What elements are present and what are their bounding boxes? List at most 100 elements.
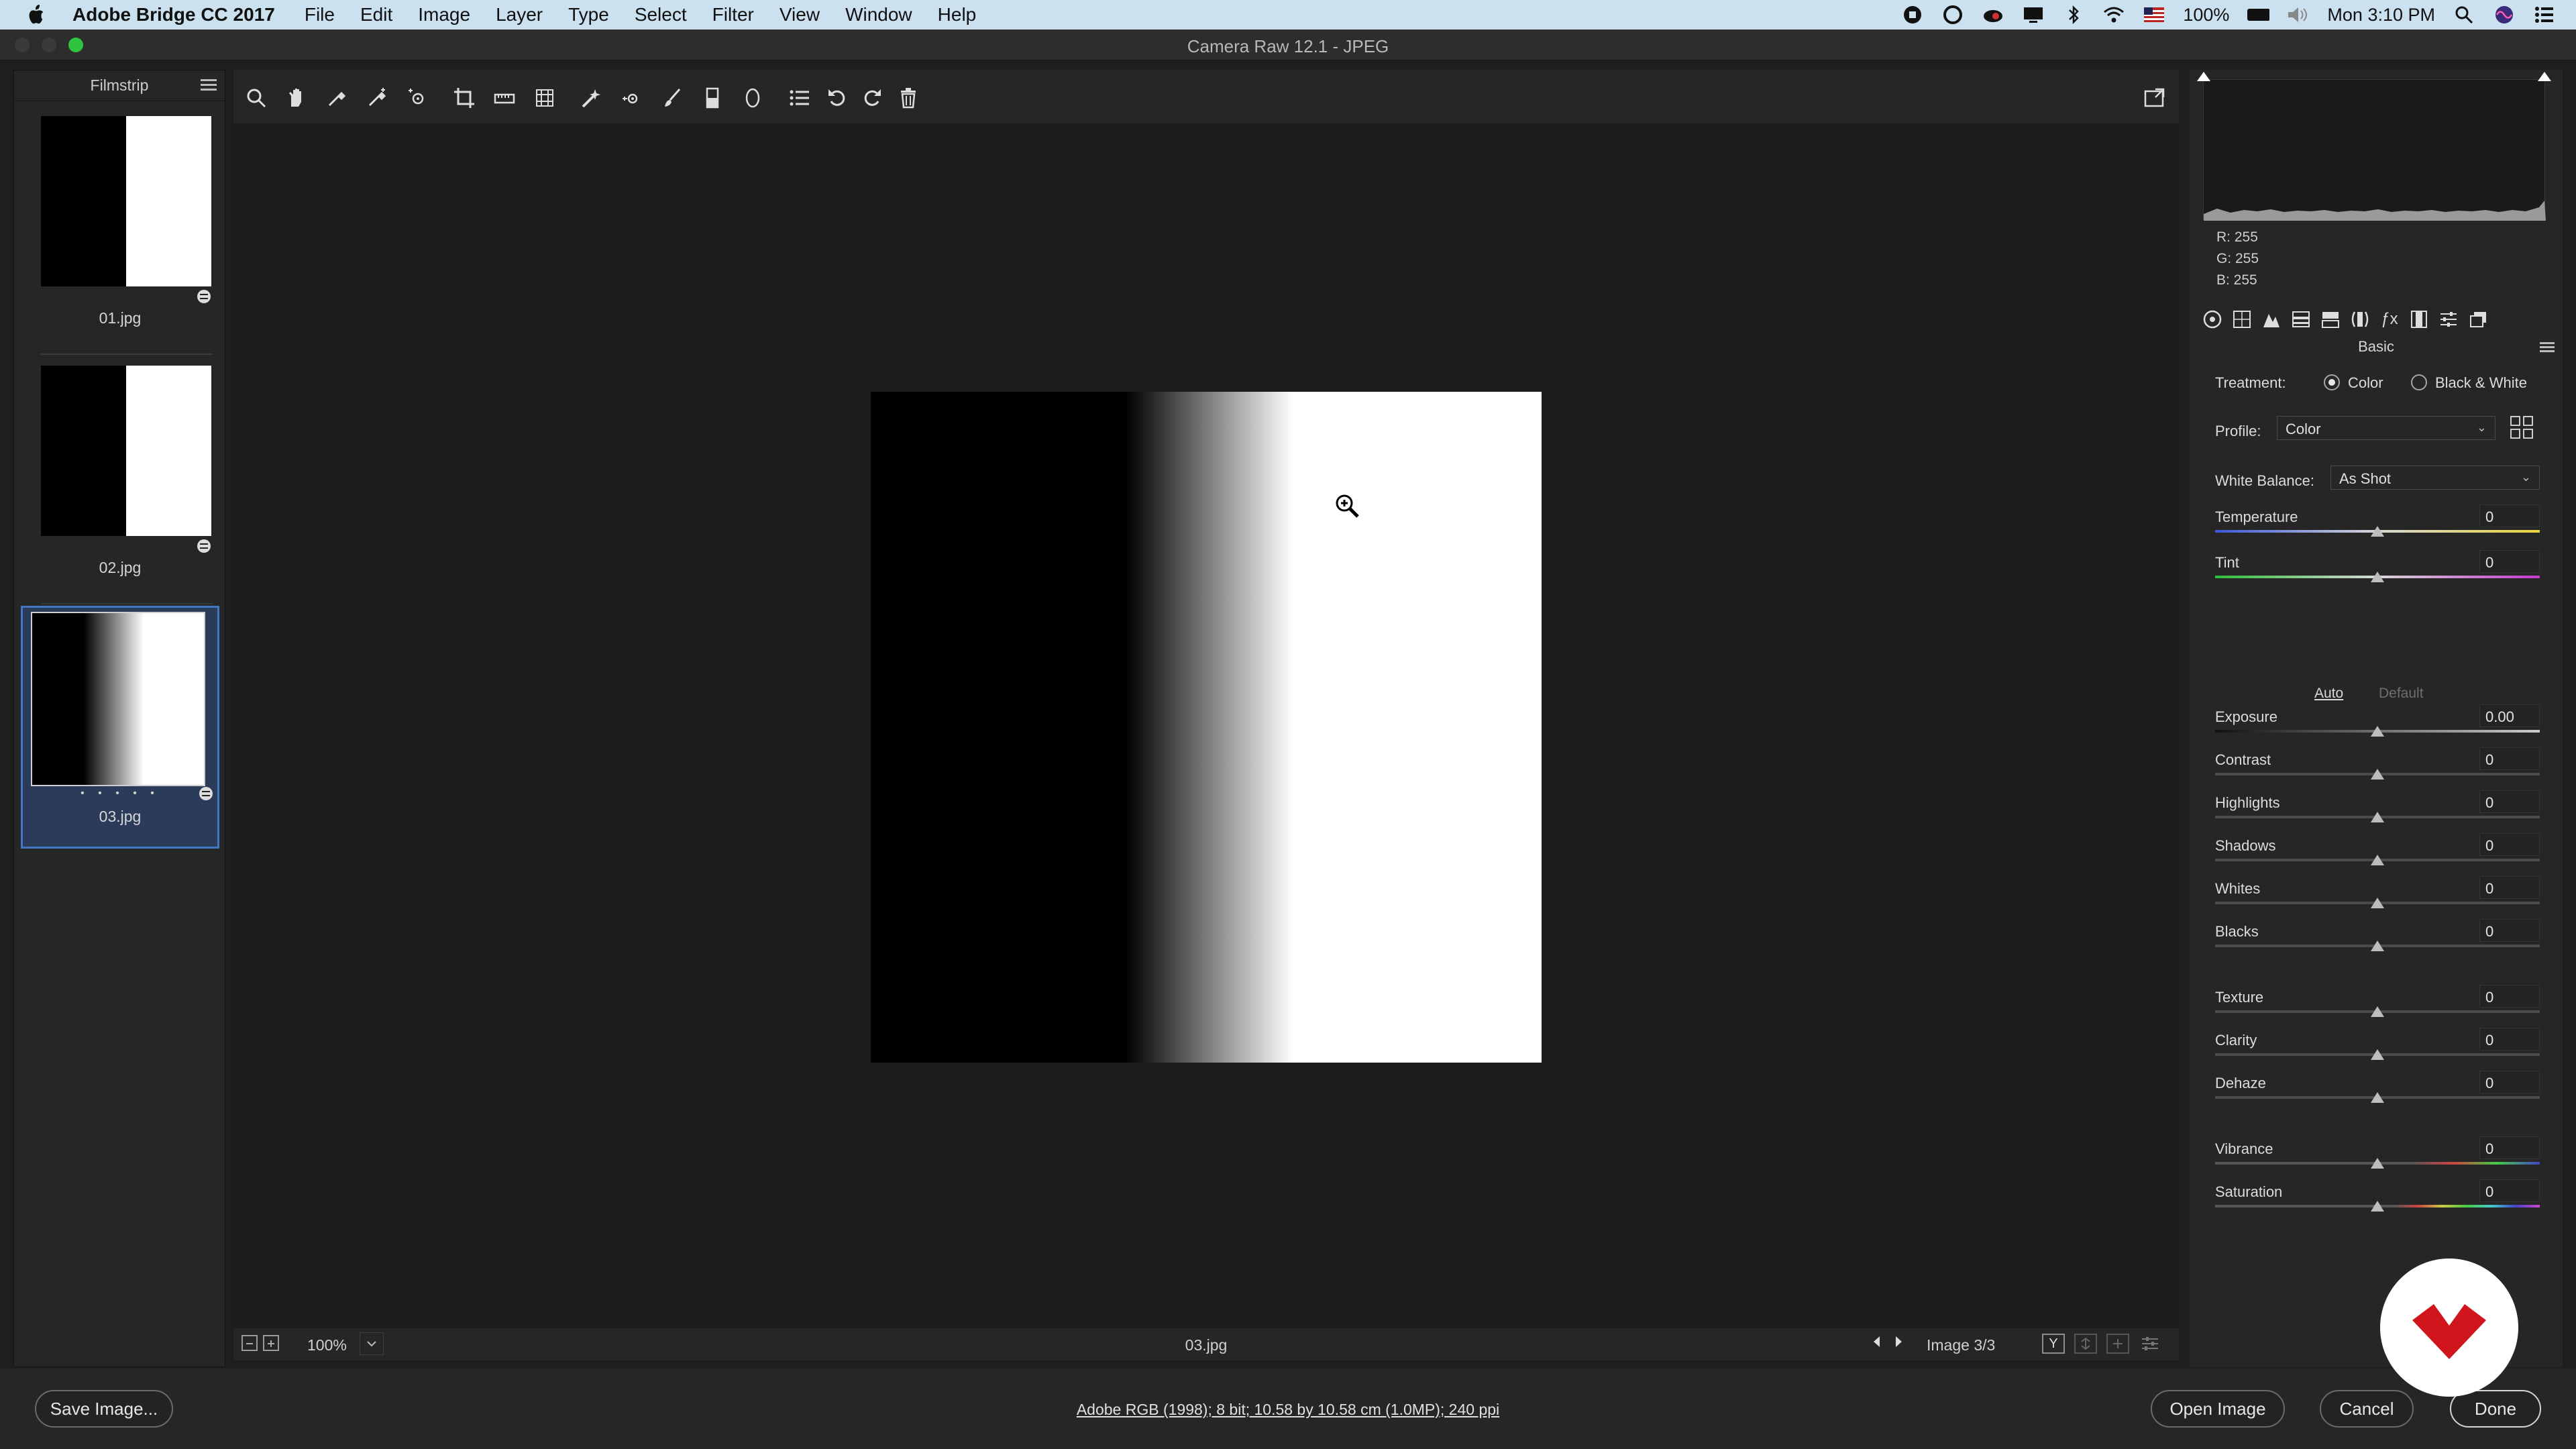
- image-canvas[interactable]: [233, 123, 2179, 1328]
- notification-center-icon[interactable]: [2533, 5, 2556, 25]
- preview-image[interactable]: [871, 392, 1542, 1063]
- slider-value-field[interactable]: 0: [2479, 919, 2540, 942]
- profile-dropdown[interactable]: Color ⌄: [2277, 416, 2496, 440]
- record-icon[interactable]: [1901, 5, 1924, 25]
- graduated-filter-icon[interactable]: [699, 85, 726, 111]
- before-after-view-button[interactable]: Y: [2042, 1334, 2065, 1354]
- auto-button[interactable]: Auto: [2314, 686, 2343, 702]
- white-balance-dropdown[interactable]: As Shot ⌄: [2330, 466, 2540, 490]
- bluetooth-icon[interactable]: [2062, 5, 2085, 25]
- slider-saturation[interactable]: Saturation 0: [2214, 1179, 2542, 1224]
- menu-help[interactable]: Help: [938, 4, 977, 25]
- apple-icon[interactable]: [25, 4, 46, 25]
- slider-value-field[interactable]: 0: [2479, 550, 2540, 573]
- adjustment-brush-icon[interactable]: [659, 85, 686, 111]
- detail-tab-icon[interactable]: [2261, 309, 2282, 330]
- calibration-tab-icon[interactable]: [2408, 309, 2430, 330]
- swap-before-after-button[interactable]: [2074, 1334, 2097, 1354]
- slider-value-field[interactable]: 0: [2479, 747, 2540, 770]
- filmstrip-thumb-02[interactable]: 02.jpg: [21, 356, 219, 604]
- treatment-bw-radio[interactable]: [2411, 374, 2427, 390]
- slider-thumb[interactable]: [2371, 855, 2384, 865]
- menu-layer[interactable]: Layer: [496, 4, 543, 25]
- menu-filter[interactable]: Filter: [712, 4, 754, 25]
- filmstrip-thumb-03[interactable]: • • • • • 03.jpg: [21, 606, 219, 849]
- slider-thumb[interactable]: [2371, 1049, 2384, 1060]
- menu-window[interactable]: Window: [845, 4, 912, 25]
- rotate-left-icon[interactable]: [824, 85, 851, 111]
- white-balance-tool-icon[interactable]: [323, 85, 350, 111]
- treatment-color-radio[interactable]: [2324, 374, 2340, 390]
- color-sampler-tool-icon[interactable]: [364, 85, 390, 111]
- slider-dehaze[interactable]: Dehaze 0: [2214, 1071, 2542, 1115]
- slider-texture[interactable]: Texture 0: [2214, 985, 2542, 1029]
- slider-value-field[interactable]: 0.00: [2479, 704, 2540, 727]
- menu-image[interactable]: Image: [418, 4, 470, 25]
- slider-thumb[interactable]: [2371, 941, 2384, 951]
- fullscreen-toggle-icon[interactable]: [2141, 85, 2168, 111]
- treatment-bw-label[interactable]: Black & White: [2435, 374, 2527, 392]
- slider-shadows[interactable]: Shadows 0: [2214, 833, 2542, 877]
- slider-thumb[interactable]: [2371, 898, 2384, 908]
- slider-thumb[interactable]: [2371, 726, 2384, 737]
- input-source-flag-icon[interactable]: [2143, 5, 2165, 25]
- panel-menu-icon[interactable]: [2540, 341, 2555, 353]
- filmstrip-menu-icon[interactable]: [201, 77, 217, 92]
- copy-settings-button[interactable]: [2106, 1334, 2129, 1354]
- slider-thumb[interactable]: [2371, 1201, 2384, 1212]
- zoom-tool-icon[interactable]: [243, 85, 270, 111]
- basic-tab-icon[interactable]: [2202, 309, 2223, 330]
- highlight-clipping-warning-icon[interactable]: [2535, 69, 2554, 88]
- red-eye-tool-icon[interactable]: [619, 85, 645, 111]
- app-menu[interactable]: Adobe Bridge CC 2017: [72, 4, 275, 25]
- spotlight-search-icon[interactable]: [2453, 5, 2475, 25]
- targeted-adjustment-tool-icon[interactable]: [404, 85, 431, 111]
- slider-value-field[interactable]: 0: [2479, 1179, 2540, 1202]
- toggle-default-settings-icon[interactable]: [2139, 1334, 2161, 1354]
- battery-icon[interactable]: [2247, 5, 2270, 25]
- slider-thumb[interactable]: [2371, 769, 2384, 780]
- tone-curve-tab-icon[interactable]: [2231, 309, 2253, 330]
- clock[interactable]: Mon 3:10 PM: [2327, 5, 2435, 25]
- preferences-list-icon[interactable]: [786, 85, 813, 111]
- effects-tab-icon[interactable]: ƒx: [2379, 309, 2400, 330]
- slider-temperature[interactable]: Temperature 0: [2214, 504, 2542, 549]
- menu-edit[interactable]: Edit: [360, 4, 392, 25]
- menu-select[interactable]: Select: [635, 4, 687, 25]
- display-icon[interactable]: [2022, 5, 2045, 25]
- slider-highlights[interactable]: Highlights 0: [2214, 790, 2542, 835]
- slider-vibrance[interactable]: Vibrance 0: [2214, 1136, 2542, 1181]
- profile-browser-grid-icon[interactable]: [2509, 415, 2534, 440]
- wifi-icon[interactable]: [2102, 5, 2125, 25]
- menu-view[interactable]: View: [780, 4, 820, 25]
- crop-tool-icon[interactable]: [451, 85, 478, 111]
- presets-tab-icon[interactable]: [2438, 309, 2459, 330]
- slider-value-field[interactable]: 0: [2479, 1136, 2540, 1159]
- filmstrip-thumb-01[interactable]: 01.jpg: [21, 107, 219, 355]
- rotate-right-icon[interactable]: [859, 85, 885, 111]
- volume-icon[interactable]: [2287, 5, 2310, 25]
- snapshots-tab-icon[interactable]: [2467, 309, 2489, 330]
- menu-type[interactable]: Type: [568, 4, 609, 25]
- previous-image-icon[interactable]: [1872, 1335, 1882, 1348]
- treatment-color-label[interactable]: Color: [2348, 374, 2383, 392]
- hsl-tab-icon[interactable]: [2290, 309, 2312, 330]
- slider-thumb[interactable]: [2371, 526, 2384, 537]
- rating-dots[interactable]: • • • • •: [23, 788, 217, 800]
- slider-value-field[interactable]: 0: [2479, 985, 2540, 1008]
- slider-value-field[interactable]: 0: [2479, 833, 2540, 856]
- slider-thumb[interactable]: [2371, 1092, 2384, 1103]
- open-image-button[interactable]: Open Image: [2151, 1390, 2285, 1428]
- hand-tool-icon[interactable]: [283, 85, 310, 111]
- shadow-clipping-warning-icon[interactable]: [2194, 69, 2213, 88]
- slider-blacks[interactable]: Blacks 0: [2214, 919, 2542, 963]
- transform-tool-icon[interactable]: [531, 85, 558, 111]
- lens-corrections-tab-icon[interactable]: [2349, 309, 2371, 330]
- slider-thumb[interactable]: [2371, 812, 2384, 822]
- slider-exposure[interactable]: Exposure 0.00: [2214, 704, 2542, 749]
- slider-whites[interactable]: Whites 0: [2214, 876, 2542, 920]
- slider-value-field[interactable]: 0: [2479, 1071, 2540, 1093]
- cloud-sync-icon[interactable]: [1982, 5, 2004, 25]
- trash-icon[interactable]: [895, 85, 922, 111]
- straighten-tool-icon[interactable]: [491, 85, 518, 111]
